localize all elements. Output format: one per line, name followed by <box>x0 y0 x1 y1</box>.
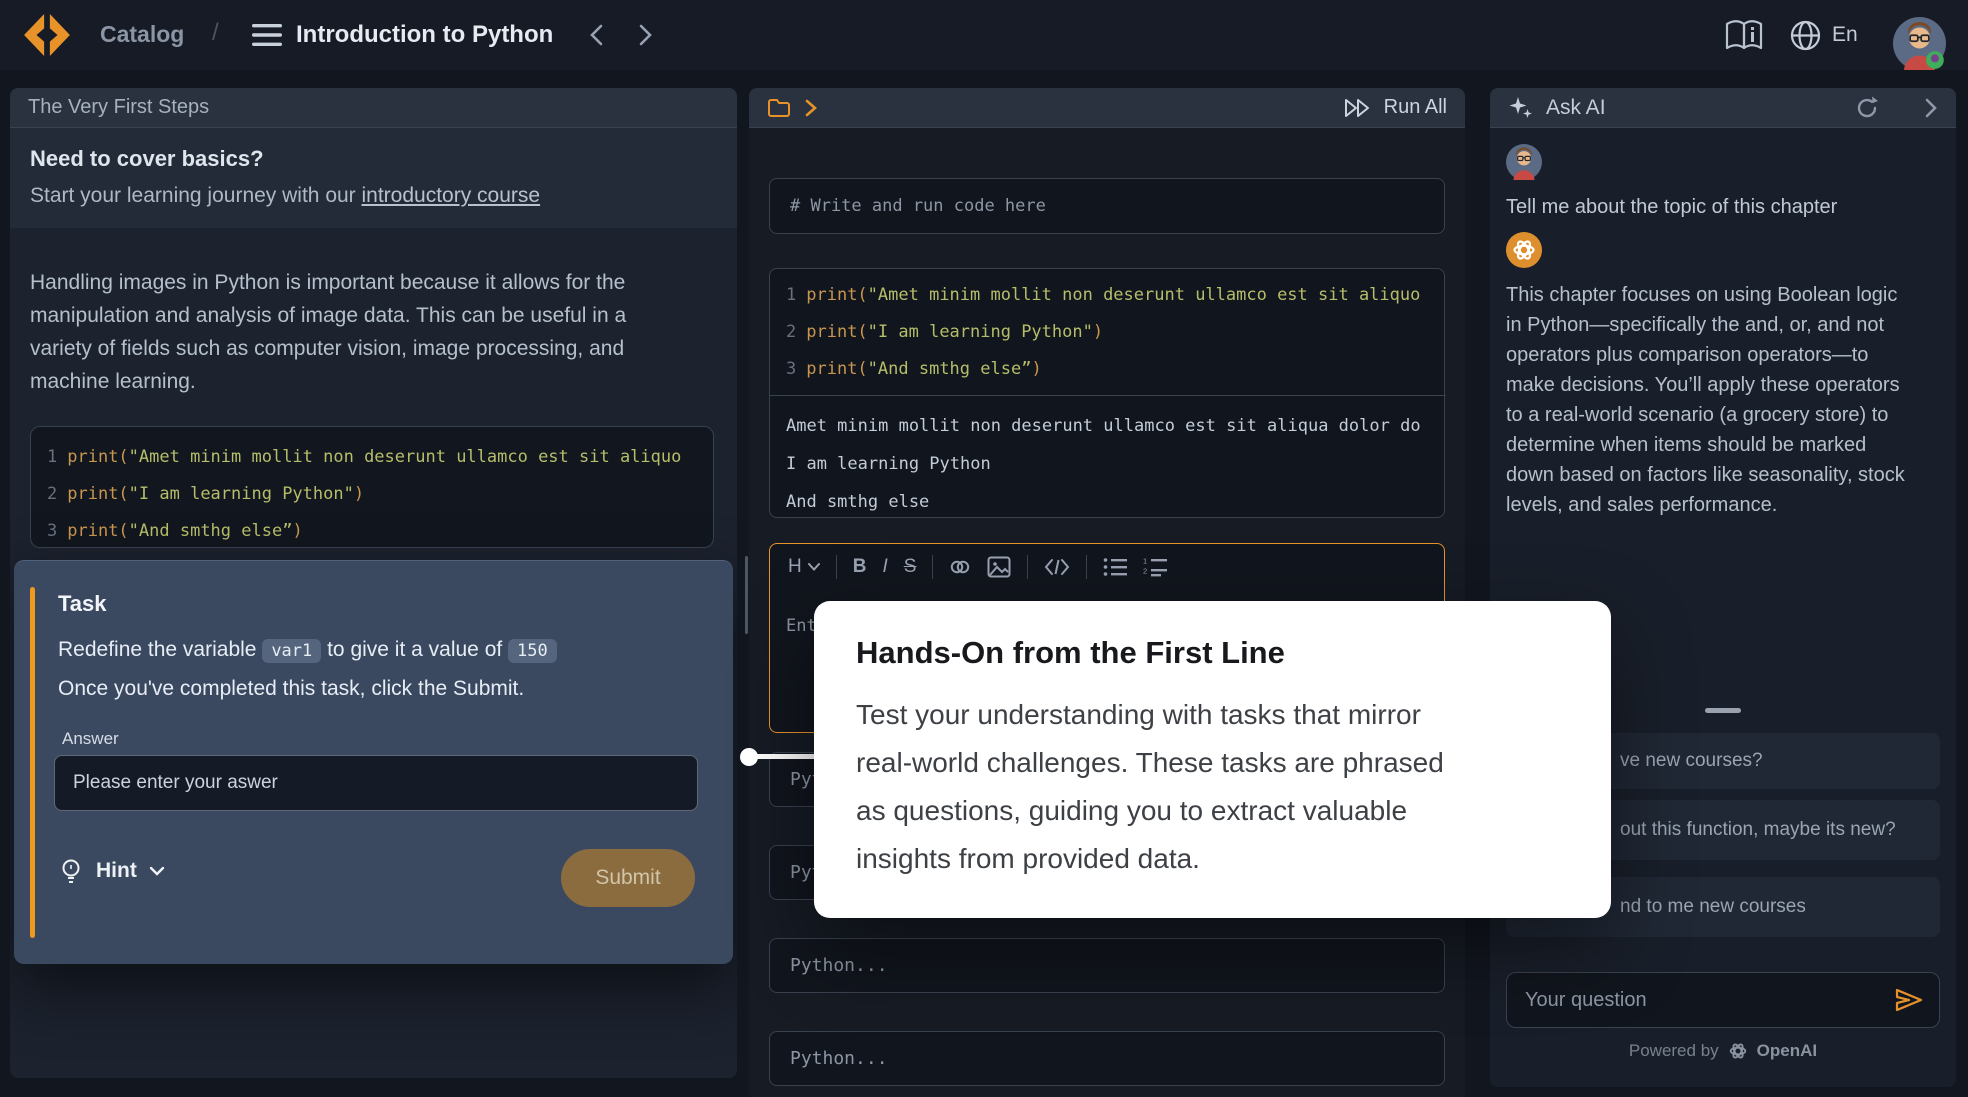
resize-handle[interactable] <box>1705 708 1741 713</box>
tooltip-connector-dot <box>740 748 758 766</box>
language-label[interactable]: En <box>1832 23 1858 47</box>
run-all-label: Run All <box>1384 96 1447 119</box>
openai-logo-icon <box>1727 1040 1749 1062</box>
basics-heading: Need to cover basics? <box>30 146 717 172</box>
onboarding-tooltip: Hands-On from the First Line Test your u… <box>814 601 1611 918</box>
submit-button[interactable]: Submit <box>561 849 695 907</box>
task-description: Redefine the variable var1 to give it a … <box>58 631 698 708</box>
ai-response: This chapter focuses on using Boolean lo… <box>1506 280 1905 520</box>
theory-panel-header: The Very First Steps <box>10 88 737 128</box>
breadcrumb-catalog[interactable]: Catalog <box>100 21 184 48</box>
tooltip-title: Hands-On from the First Line <box>856 635 1569 671</box>
top-bar: Catalog / Introduction to Python <box>0 0 1968 70</box>
cell-code: 1print("Amet minim mollit non deserunt u… <box>786 277 1420 388</box>
app-logo-icon[interactable] <box>24 14 70 56</box>
heading-dropdown[interactable]: H <box>788 556 820 578</box>
code-cell-placeholder: # Write and run code here <box>790 196 1046 216</box>
ask-ai-panel: Ask AI <box>1490 88 1956 1087</box>
hint-bulb-icon <box>58 857 84 885</box>
italic-button[interactable]: I <box>882 556 887 578</box>
hint-chevron-down-icon <box>149 866 165 876</box>
bullet-list-icon[interactable] <box>1103 557 1127 577</box>
breadcrumb-separator: / <box>212 19 219 47</box>
glossary-book-icon[interactable] <box>1725 20 1763 52</box>
hint-button[interactable]: Hint <box>58 857 165 885</box>
hint-label: Hint <box>96 859 137 883</box>
bold-button[interactable]: B <box>853 556 867 578</box>
folder-icon[interactable] <box>767 98 791 118</box>
code-cell-empty[interactable]: # Write and run code here <box>769 178 1445 234</box>
prev-chapter-button[interactable] <box>588 24 604 46</box>
ask-ai-header: Ask AI <box>1490 88 1956 128</box>
image-icon[interactable] <box>987 556 1011 578</box>
code-line: 3print("And smthg else”) <box>47 513 697 550</box>
next-chapter-button[interactable] <box>638 24 654 46</box>
svg-text:1: 1 <box>1143 557 1147 566</box>
user-message: Tell me about the topic of this chapter <box>1506 196 1837 219</box>
reset-chat-icon[interactable] <box>1854 95 1880 121</box>
answer-label: Answer <box>62 729 119 749</box>
python-cell[interactable]: Python... <box>769 938 1445 993</box>
basics-text: Start your learning journey with our int… <box>30 184 717 208</box>
toc-menu-icon[interactable] <box>252 23 282 47</box>
theory-code-block: 1print("Amet minim mollit non deserunt u… <box>30 426 714 548</box>
language-globe-icon[interactable] <box>1790 20 1821 51</box>
run-all-icon <box>1344 98 1372 118</box>
output-divider <box>770 395 1446 396</box>
run-all-button[interactable]: Run All <box>1344 96 1447 119</box>
code-line: 2print("I am learning Python") <box>47 476 697 513</box>
code-cell-with-output[interactable]: 1print("Amet minim mollit non deserunt u… <box>769 268 1445 518</box>
tooltip-connector-line <box>750 754 820 759</box>
send-question-icon[interactable] <box>1894 987 1924 1013</box>
toolbar-divider <box>932 555 933 579</box>
sparkles-icon <box>1508 95 1534 121</box>
tooltip-body: Test your understanding with tasks that … <box>856 691 1569 883</box>
code-playground-panel: Run All # Write and run code here 1print… <box>749 88 1465 1097</box>
ask-ai-title: Ask AI <box>1546 96 1606 120</box>
task-card: Task Redefine the variable var1 to give … <box>14 560 733 964</box>
answer-input[interactable] <box>54 755 698 811</box>
scrollbar-thumb[interactable] <box>745 556 748 634</box>
link-icon[interactable] <box>949 556 971 578</box>
toolbar-divider <box>1086 555 1087 579</box>
page-title: Introduction to Python <box>296 21 553 49</box>
numbered-list-icon[interactable]: 1 2 <box>1143 557 1167 577</box>
svg-text:2: 2 <box>1143 567 1147 576</box>
code-line: 1print("Amet minim mollit non deserunt u… <box>47 439 697 476</box>
app: Catalog / Introduction to Python <box>0 0 1968 1097</box>
toolbar-divider <box>1027 555 1028 579</box>
task-accent-bar <box>30 587 35 938</box>
ai-question-input[interactable] <box>1506 972 1940 1028</box>
theory-paragraph: Handling images in Python is important b… <box>30 266 725 398</box>
code-block-icon[interactable] <box>1044 558 1070 576</box>
user-avatar[interactable] <box>1893 17 1946 70</box>
theory-panel: The Very First Steps Need to cover basic… <box>10 88 737 1078</box>
inline-code-150: 150 <box>508 639 557 663</box>
cell-output: Amet minim mollit non deserunt ullamco e… <box>786 407 1421 521</box>
strikethrough-button[interactable]: S <box>904 556 917 578</box>
collapse-panel-icon[interactable] <box>1924 98 1938 118</box>
python-cell[interactable]: Python... <box>769 1031 1445 1086</box>
introductory-course-link[interactable]: introductory course <box>362 184 541 207</box>
basics-banner: Need to cover basics? Start your learnin… <box>10 128 737 228</box>
powered-by: Powered by OpenAI <box>1490 1040 1956 1062</box>
user-chat-avatar <box>1506 144 1542 180</box>
chapter-section-title: The Very First Steps <box>28 96 209 119</box>
openai-avatar <box>1506 232 1542 268</box>
openai-label: OpenAI <box>1757 1041 1817 1061</box>
task-title: Task <box>58 591 107 617</box>
breadcrumb-chevron-icon <box>805 99 817 117</box>
inline-code-var1: var1 <box>262 639 321 663</box>
toolbar-divider <box>836 555 837 579</box>
playground-header: Run All <box>749 88 1465 128</box>
